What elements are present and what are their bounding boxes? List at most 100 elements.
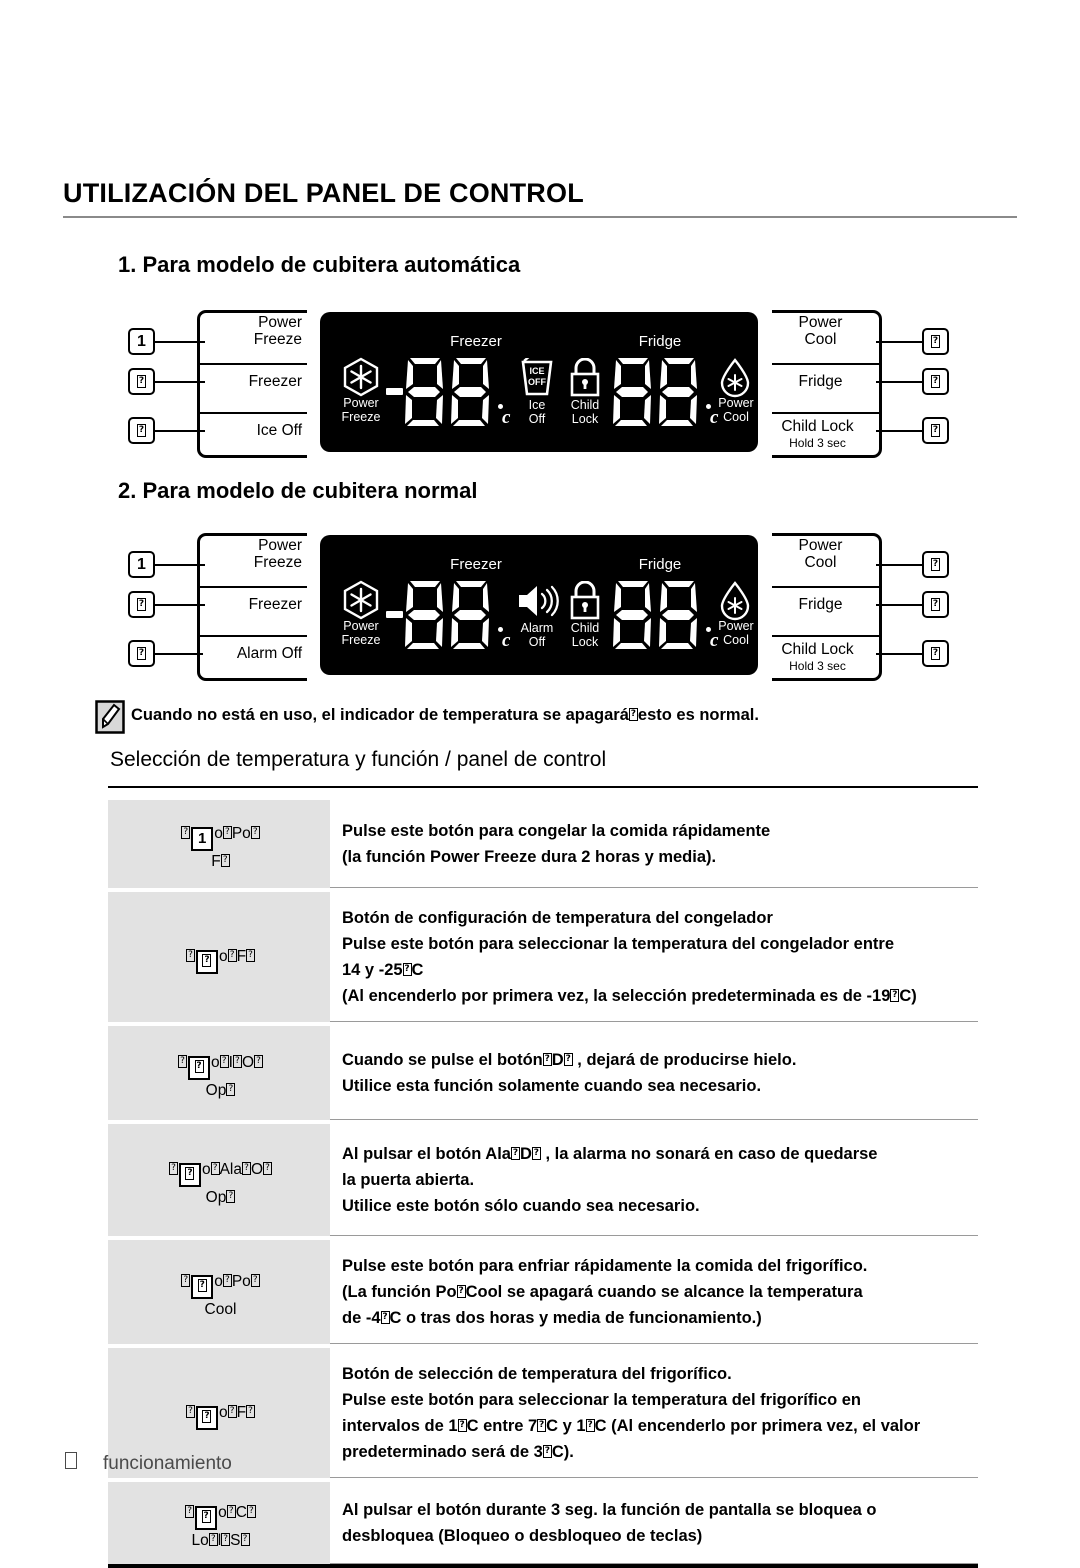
missing-glyph [542,1445,552,1458]
minus-indicator [386,388,403,395]
svg-text:OFF: OFF [528,377,546,387]
table-cell-description: Botón de selección de temperatura del fr… [330,1348,978,1478]
button-number-box [188,1056,210,1080]
callout-label-fridge: Fridge [798,596,843,613]
button-name-line-1: oIO [118,1052,323,1080]
callout-label-power-cool: Power Cool [798,314,843,348]
table-cell-description: Al pulsar el botón AlaD , la alarma no s… [330,1124,978,1236]
table-row: oCLolS Al pulsar el botón durante 3 seg. … [108,1482,978,1564]
missing-glyph [531,1147,541,1160]
table-cell-description: Pulse este botón para enfriar rápidament… [330,1240,978,1344]
missing-glyph [222,826,232,839]
table-cell-button: oAlaOOp [108,1124,330,1236]
description-line: la puerta abierta. [342,1171,475,1189]
note-pencil-icon [95,700,125,739]
subsection-divider [108,786,978,788]
leader-line [155,564,205,566]
leader-line [876,341,924,343]
row-divider [330,1476,978,1478]
missing-glyph [219,1055,229,1068]
button-number-box [178,1163,201,1187]
callout-label-child-lock: Child Lock [781,641,854,658]
description-line: Pulse este botón para enfriar rápidament… [342,1257,868,1275]
missing-glyph [185,1405,195,1418]
missing-glyph [185,949,195,962]
leader-line [876,381,924,383]
callout-divider [197,586,307,588]
footer-marker-icon [65,1452,77,1469]
leader-line [876,604,924,606]
missing-glyph [456,1285,466,1298]
missing-glyph [457,1419,467,1432]
description-line: (la función Power Freeze dura 2 horas y … [342,848,717,866]
missing-glyph [202,954,212,967]
fridge-title: Fridge [638,333,682,350]
button-number-box: 1 [191,827,214,851]
description-line: Utilice esta función solamente cuando se… [342,1077,762,1095]
function-table: 1oPoFPulse este botón para congelar la c… [108,800,978,1564]
button-name: 1oPoF [118,823,323,872]
note-text: Cuando no está en uso, el indicador de t… [131,706,759,725]
button-name: oAlaOOp [118,1159,323,1208]
callout-label-freezer: Freezer [248,373,302,390]
button-name: oF [118,946,323,974]
callout-divider [772,363,882,365]
description-line: de -4C o tras dos horas y media de funci… [342,1305,978,1331]
row-divider [330,886,978,888]
missing-glyph [232,1055,242,1068]
missing-glyph [246,1405,256,1418]
description-line: 14 y -25C [342,957,978,983]
table-cell-button: oIOOp [108,1026,330,1120]
row-divider [330,1118,978,1120]
callout-label-child-lock-hold: Hold 3 sec [789,436,846,450]
child-lock-label: Child Lock [570,398,600,426]
description-line: Cuando se pulse el botónD , dejará de pr… [342,1047,978,1073]
missing-glyph [226,1190,236,1203]
button-number-box [195,950,218,974]
table-cell-description: Cuando se pulse el botónD , dejará de pr… [330,1026,978,1120]
callout-marker-6 [922,417,949,444]
button-name-line-1: 1oPo [118,823,323,851]
table-cell-description: Botón de configuración de temperatura de… [330,892,978,1022]
table-row: oF Botón de selección de temperatura del … [108,1348,978,1478]
callout-divider [197,412,307,414]
missing-glyph [227,949,237,962]
child-lock-padlock-icon [566,357,604,403]
callout-label-alarm-off: Alarm Off [236,645,302,662]
callout-label-fridge: Fridge [798,373,843,390]
power-freeze-label: Power Freeze [341,396,381,424]
callout-label-child-lock-hold: Hold 3 sec [789,659,846,673]
button-name: oF [118,1402,323,1430]
callout-label-child-lock: Child Lock [781,418,854,435]
missing-glyph [226,1083,236,1096]
callout-marker-6 [922,640,949,667]
fridge-digits [612,579,704,656]
ice-off-icon: ICE OFF [519,354,555,403]
missing-glyph [246,1505,256,1518]
leader-line [155,604,205,606]
callout-marker-4 [922,551,949,578]
table-cell-button: 1oPoF [108,800,330,888]
callout-divider [772,635,882,637]
callout-label-power-cool: Power Cool [798,537,843,571]
button-name-line-1: oPo [118,1271,323,1299]
description-line: Pulse este botón para seleccionar la tem… [342,935,895,953]
callout-label-ice-off: Ice Off [256,422,302,439]
button-number-box [195,1506,218,1530]
missing-glyph [241,1162,251,1175]
callout-marker-1: 1 [128,551,155,578]
callout-marker-3 [128,417,155,444]
missing-glyph [185,1167,195,1180]
missing-glyph [227,1405,237,1418]
fridge-digits [612,356,704,433]
missing-glyph [585,1419,595,1432]
button-name-line-1: oF [118,1402,323,1430]
missing-glyph [181,1274,191,1287]
description-line: (Al encenderlo por primera vez, la selec… [342,983,978,1009]
control-panel-display-2: Freezer Fridge Power Freeze c Alarm Off … [320,535,758,675]
title-divider [63,216,1017,218]
callout-divider [197,635,307,637]
description-line: Al pulsar el botón AlaD , la alarma no s… [342,1141,978,1167]
freezer-title: Freezer [450,333,502,350]
table-row: oF Botón de configuración de temperatura … [108,892,978,1022]
